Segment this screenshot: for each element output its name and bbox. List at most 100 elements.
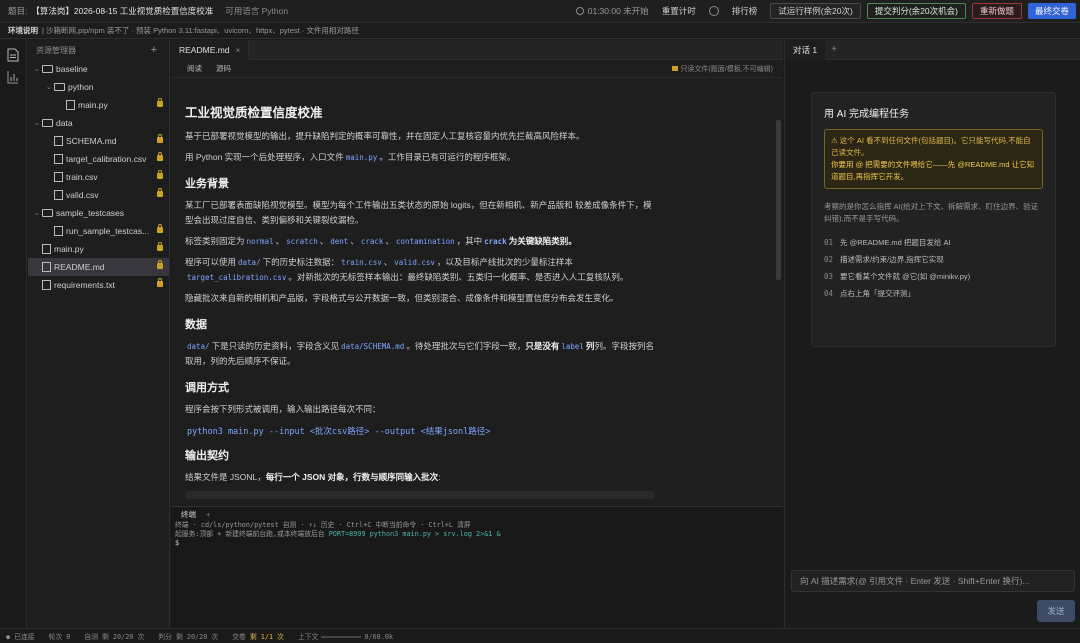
text: 。对新批次的无标签样本输出：最终缺陷类别、五类归一化概率、是否进入人工复核队列。 [288,272,629,282]
folder-icon [54,83,65,91]
tree-file[interactable]: requirements.txt [28,276,169,294]
readonly-text: 只读文件(题面/模板,不可编辑) [680,66,773,73]
tree-item-label: target_calibration.csv [66,154,147,164]
tab-chat-1[interactable]: 对话 1 [785,39,826,60]
doc-paragraph: 程序会按下列形式被调用，输入输出路径每次不同： [185,404,381,414]
terminal-prompt[interactable]: $ [171,539,783,548]
terminal-panel: 终端 + 终端 · cd/ls/python/pytest 自测 · ↑↓ 历史… [171,506,783,628]
ranking-button[interactable]: 排行榜 [725,3,765,19]
step-text: 点右上角「提交评测」 [840,289,916,298]
inline-code: label [561,342,584,351]
tree-file[interactable]: SCHEMA.md [28,132,169,150]
text: 剩 1/1 次 [249,633,284,641]
card-description: 考察的是你怎么指挥 AI(给对上下文、拆解需求、盯住边界、验证纠错),而不是手写… [824,202,1039,223]
lock-icon [157,188,163,197]
step-number: 02 [824,255,834,264]
new-file-icon[interactable]: + [151,44,157,56]
tree-item-label: requirements.txt [54,280,115,290]
new-chat-button[interactable]: + [831,44,837,55]
tab-readme[interactable]: README.md × [171,40,250,60]
doc-paragraph: 基于已部署视觉模型的输出，提升缺陷判定的概率可靠性，并在固定人工复核容量内优先拦… [185,131,585,141]
tree-item-label: train.csv [66,172,98,182]
file-icon [42,244,51,254]
editor-scrollbar[interactable] [776,120,781,280]
tree-file[interactable]: main.py [28,240,169,258]
tree-item-label: data [56,118,73,128]
text: 标签类别固定为 [185,236,245,246]
problem-title: 【算法岗】2026-08-15 工业视觉质检置信度校准 [31,6,214,16]
text: 程序可以使用 [185,257,237,267]
theme-toggle-icon[interactable] [708,6,719,16]
tree-folder[interactable]: ⌄ sample_testcases [28,204,169,222]
env-label: 环境说明 [8,26,38,35]
tree-file[interactable]: valid.csv [28,186,169,204]
submit-score-button[interactable]: 提交判分(余20次机会) [866,3,966,19]
selftest-count: 自测 剩 20/20 次 [84,633,145,641]
mode-source[interactable]: 源码 [216,63,231,74]
tree-folder[interactable]: ⌄ python [28,78,169,96]
doc-paragraph: 某工厂已部署表面缺陷视觉模型。模型为每个工件输出五类状态的原始 logits，但… [185,200,652,225]
doc-paragraph: 用 Python 实现一个后处理程序，入口文件 main.py 。工作目录已有可运行… [185,150,655,165]
readonly-note: 只读文件(题面/模板,不可编辑) [672,64,773,74]
doc-paragraph: 结果文件是 JSONL，每行一个 JSON 对象，行数与顺序同输入批次: [185,470,655,485]
send-button[interactable]: 发送 [1037,600,1075,622]
files-icon[interactable] [7,48,19,62]
tree-folder[interactable]: ⌄ baseline [28,60,169,78]
step-text: 要它看某个文件就 @它(如 @minikv.py) [840,272,971,281]
view-mode-bar: 阅读 源码 只读文件(题面/模板,不可编辑) [171,60,783,78]
inline-code: contamination [395,237,455,246]
tree-file[interactable]: run_sample_testcas... [28,222,169,240]
readme-document: 工业视觉质检置信度校准 基于已部署视觉模型的输出，提升缺陷判定的概率可靠性，并在… [185,102,655,502]
tree-item-label: README.md [54,262,105,272]
lock-icon [157,278,163,287]
tree-item-label: sample_testcases [56,208,125,218]
trial-run-button[interactable]: 试运行样例(余20次) [770,3,861,19]
timer: 01:30:00 未开始 [575,5,649,17]
tree-item-label: SCHEMA.md [66,136,117,146]
chat-input[interactable]: 向 AI 描述需求(@ 引用文件 · Enter 发送 · Shift+Ente… [791,570,1075,592]
context-progress-bar [321,636,362,638]
file-icon [54,226,63,236]
final-submit-button[interactable]: 最终交卷 [1027,3,1076,19]
section-heading: 调用方式 [185,382,229,394]
file-icon [66,100,75,110]
lock-icon [157,224,163,233]
step-item: 03 要它看某个文件就 @它(如 @minikv.py) [824,268,1043,285]
text: ，以及目标产线批次的少量标注样本 [436,257,573,267]
reset-timer-button[interactable]: 重置计时 [655,3,703,19]
doc-title: 工业视觉质检置信度校准 [185,106,323,120]
tree-file[interactable]: target_calibration.csv [28,150,169,168]
inline-code: train.csv [341,258,382,267]
new-terminal-button[interactable]: + [206,510,210,519]
env-text: | 沙箱断网,pip/npm 装不了 · 预装 Python 3.11:fast… [42,26,359,35]
tree-item-label: baseline [56,64,88,74]
file-icon [54,190,63,200]
tree-file[interactable]: README.md [28,258,169,276]
step-text: 描述需求/约束/边界,指挥它实现 [840,255,944,264]
chart-icon[interactable] [7,70,19,84]
doc-paragraph: 隐藏批次来自新的相机和产品版，字段格式与公开数据一致，但类别混合、成像条件和模型… [185,293,619,303]
card-title: 用 AI 完成编程任务 [824,109,910,120]
bold-text: 每行一个 JSON 对象，行数与顺序同输入批次 [265,472,439,482]
retry-button[interactable]: 重新做题 [971,3,1022,19]
steps-list: 01 先 @README.md 把题目发给 AI 02 描述需求/约束/边界,指挥它实… [824,234,1043,302]
tree-file[interactable]: main.py [28,96,169,114]
mode-read[interactable]: 阅读 [187,63,202,74]
text: 为关键缺陷类别。 [508,236,577,246]
tree-item-label: run_sample_testcas... [66,226,150,236]
file-icon [42,280,51,290]
command-text: PORT=8999 python3 main.py > srv.log 2>&1… [328,530,501,538]
text: 下是只读的历史资料，字段含义见 [211,341,340,351]
tab-terminal[interactable]: 终端 [181,509,196,520]
tree-file[interactable]: train.csv [28,168,169,186]
close-icon[interactable]: × [236,46,241,55]
top-bar: 题目: 【算法岗】2026-08-15 工业视觉质检置信度校准 可用语言 Pyt… [0,0,1080,23]
doc-paragraph: 标签类别固定为 normal、 scratch、 dent、 crack、 contami… [185,236,577,246]
editor-tabs: README.md × [171,40,783,60]
folder-icon [42,65,53,73]
folder-icon [42,119,53,127]
explorer-title: 资源管理器 [36,45,76,55]
step-item: 01 先 @README.md 把题目发给 AI [824,234,1043,251]
file-explorer: 资源管理器 + ⌄ baseline ⌄ python main.py ⌄ data SCHE… [28,40,170,628]
tree-folder[interactable]: ⌄ data [28,114,169,132]
